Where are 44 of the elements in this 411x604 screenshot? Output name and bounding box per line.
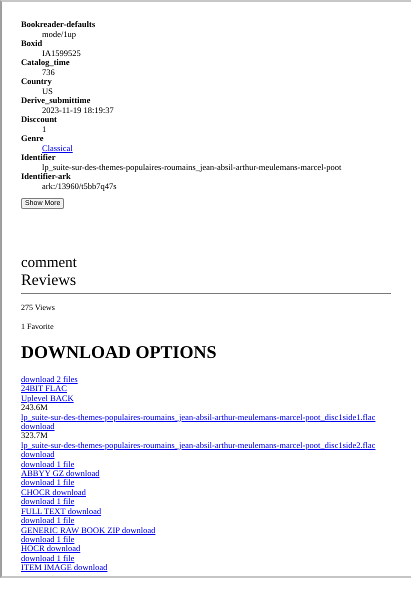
download-link[interactable]: ABBYY GZ download: [21, 468, 100, 478]
download-link[interactable]: 24BIT FLAC: [21, 383, 67, 394]
download-link[interactable]: download 1 file: [21, 552, 74, 563]
reviews-heading: Reviews: [21, 272, 78, 290]
metadata-label: Catalog_time: [21, 58, 71, 68]
metadata-label: Genre: [21, 134, 45, 144]
download-link[interactable]: download 1 file: [21, 458, 74, 469]
download-link[interactable]: Uplevel BACK: [21, 392, 74, 403]
metadata-label: Country: [21, 77, 53, 86]
metadata-value: mode/1up: [42, 28, 76, 38]
metadata-value: IA1599525: [42, 48, 81, 58]
download-link[interactable]: download 2 files: [21, 374, 78, 384]
metadata-value: US: [42, 86, 53, 96]
download-link[interactable]: lp_suite-sur-des-themes-populaires-roumains_jean-absil-arthur-meulemans-marcel-poot_disc1side2.flac: [21, 440, 376, 450]
download-heading: DOWNLOAD OPTIONS: [21, 341, 218, 363]
file-size: 243.6M: [21, 402, 48, 412]
metadata-value: 2023-11-19 18:19:37: [42, 104, 114, 114]
download-link[interactable]: FULL TEXT download: [21, 506, 102, 516]
metadata-label: Identifier-ark: [21, 172, 71, 182]
download-link[interactable]: download 1 file: [21, 515, 74, 526]
download-link[interactable]: download 1 file: [21, 477, 74, 488]
download-link[interactable]: HOCR download: [21, 543, 80, 554]
download-link[interactable]: download: [21, 449, 55, 460]
metadata-value: ark:/13960/t5bb7q47s: [42, 180, 117, 190]
download-link[interactable]: download: [21, 421, 55, 432]
metadata-label: Derive_submittime: [21, 96, 92, 106]
metadata-value: lp_suite-sur-des-themes-populaires-roumains_jean-absil-arthur-meulemans-marcel-poot: [42, 162, 342, 172]
favorites-count: 1 Favorite: [21, 322, 54, 331]
download-link[interactable]: download 1 file: [21, 534, 74, 544]
download-link[interactable]: CHOCR download: [21, 486, 86, 497]
download-link[interactable]: lp_suite-sur-des-themes-populaires-roumains_jean-absil-arthur-meulemans-marcel-poot_disc1side1.flac: [21, 412, 376, 422]
metadata-label: Disccount: [21, 115, 58, 124]
metadata-link[interactable]: Classical: [42, 142, 73, 152]
metadata-label: Bookreader-defaults: [21, 20, 96, 30]
download-link[interactable]: GENERIC RAW BOOK ZIP download: [21, 524, 156, 534]
download-link[interactable]: download 1 file: [21, 496, 74, 506]
metadata-value: 1: [42, 124, 46, 134]
file-size: 323.7M: [21, 430, 48, 440]
comment-heading: comment: [21, 254, 78, 272]
metadata-value: 736: [42, 66, 55, 76]
download-link[interactable]: ITEM IMAGE download: [21, 562, 108, 572]
views-count: 275 Views: [21, 303, 55, 312]
metadata-label: Boxid: [21, 39, 42, 48]
metadata-label: Identifier: [21, 153, 56, 162]
